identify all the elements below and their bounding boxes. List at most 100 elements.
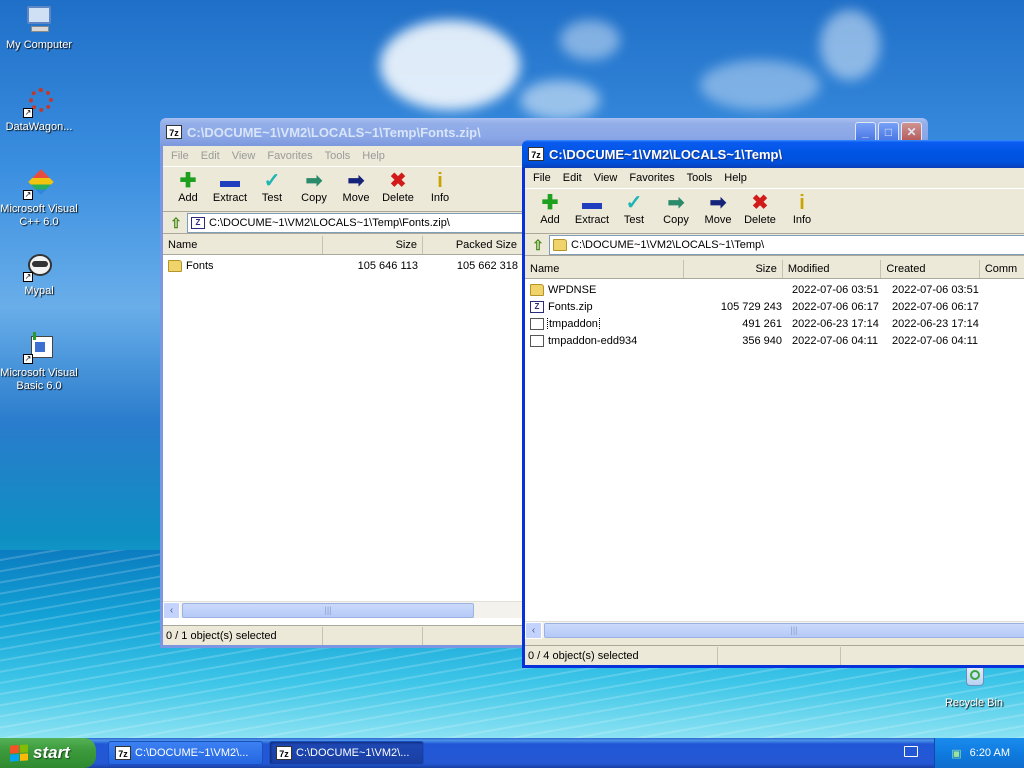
x-icon: ✖: [389, 170, 407, 192]
desktop-icon-label: Microsoft Visual C++ 6.0: [0, 203, 78, 228]
column-modified[interactable]: Modified: [783, 260, 882, 278]
info-icon: i: [799, 192, 805, 214]
sky-cloud: [820, 10, 880, 80]
add-button[interactable]: ✚ Add: [529, 192, 571, 226]
table-row[interactable]: WPDNSE 2022-07-06 03:51 2022-07-06 03:51: [525, 281, 1024, 298]
column-comment[interactable]: Comm: [980, 260, 1024, 278]
sky-cloud: [560, 20, 620, 60]
desktop-icon-label: My Computer: [5, 39, 73, 51]
info-button[interactable]: i Info: [419, 170, 461, 204]
sevenzip-icon: 7z: [115, 746, 131, 760]
desktop-icon-my-computer[interactable]: My Computer: [0, 4, 78, 52]
row-name: Fonts.zip: [548, 300, 593, 313]
sky-cloud: [700, 60, 820, 110]
move-arrow-icon: ➡: [347, 170, 365, 192]
desktop-icon-visual-basic[interactable]: ↗ Microsoft Visual Basic 6.0: [0, 332, 78, 393]
title-bar[interactable]: 7z C:\DOCUME~1\VM2\LOCALS~1\Temp\: [522, 140, 1024, 168]
menu-tools[interactable]: Tools: [681, 172, 719, 184]
address-field[interactable]: C:\DOCUME~1\VM2\LOCALS~1\Temp\: [549, 234, 1024, 255]
menu-view[interactable]: View: [226, 150, 262, 162]
row-name: Fonts: [186, 259, 214, 272]
file-icon: [530, 334, 544, 347]
menu-tools[interactable]: Tools: [319, 150, 357, 162]
menu-file[interactable]: File: [527, 172, 557, 184]
column-packed-size[interactable]: Packed Size: [423, 236, 523, 254]
column-created[interactable]: Created: [881, 260, 980, 278]
row-name: WPDNSE: [548, 283, 597, 296]
menu-bar: File Edit View Favorites Tools Help: [525, 168, 1024, 188]
taskbar: start 7z C:\DOCUME~1\VM2\... 7z C:\DOCUM…: [0, 738, 1024, 768]
menu-view[interactable]: View: [588, 172, 624, 184]
menu-help[interactable]: Help: [718, 172, 753, 184]
sky-cloud: [380, 20, 520, 110]
move-button[interactable]: ➡ Move: [697, 192, 739, 226]
sky-cloud: [520, 80, 600, 120]
folder-icon: [168, 259, 182, 272]
column-name[interactable]: Name: [163, 236, 323, 254]
up-folder-icon[interactable]: ⇧: [165, 213, 187, 233]
row-modified: 2022-07-06 04:11: [792, 334, 879, 347]
network-icon[interactable]: ▣: [951, 747, 961, 760]
horizontal-scrollbar[interactable]: ‹ |||: [163, 601, 525, 619]
zip-icon: Z: [191, 216, 205, 229]
column-size[interactable]: Size: [684, 260, 783, 278]
add-button[interactable]: ✚ Add: [167, 170, 209, 204]
sevenzip-icon: 7z: [166, 125, 182, 139]
keyboard-icon[interactable]: [904, 746, 918, 757]
window-temp-folder[interactable]: 7z C:\DOCUME~1\VM2\LOCALS~1\Temp\ File E…: [522, 140, 1024, 668]
list-header: Name Size Modified Created Comm: [525, 260, 1024, 279]
desktop-icon-visual-cpp[interactable]: ↗ Microsoft Visual C++ 6.0: [0, 168, 78, 229]
menu-file[interactable]: File: [165, 150, 195, 162]
delete-button[interactable]: ✖ Delete: [739, 192, 781, 226]
table-row[interactable]: tmpaddon 491 261 2022-06-23 17:14 2022-0…: [525, 315, 1024, 332]
minus-icon: ▬: [582, 192, 602, 214]
system-tray: ▣ 6:20 AM: [934, 738, 1024, 768]
column-name[interactable]: Name: [525, 260, 685, 278]
sevenzip-icon: 7z: [528, 147, 544, 161]
datawagon-icon: ↗: [23, 86, 55, 118]
scroll-left-icon[interactable]: ‹: [163, 601, 180, 619]
menu-favorites[interactable]: Favorites: [261, 150, 318, 162]
horizontal-scrollbar[interactable]: ‹ |||: [525, 621, 1024, 639]
window-title: C:\DOCUME~1\VM2\LOCALS~1\Temp\Fonts.zip\: [187, 124, 481, 140]
plus-icon: ✚: [179, 170, 197, 192]
file-list[interactable]: Name Size Modified Created Comm WPDNSE 2…: [525, 260, 1024, 628]
menu-help[interactable]: Help: [356, 150, 391, 162]
extract-button[interactable]: ▬ Extract: [571, 192, 613, 226]
row-modified: 2022-07-06 06:17: [792, 300, 879, 313]
column-size[interactable]: Size: [323, 236, 423, 254]
desktop-icon-label: Microsoft Visual Basic 6.0: [0, 367, 78, 392]
menu-favorites[interactable]: Favorites: [623, 172, 680, 184]
taskbar-button-temp[interactable]: 7z C:\DOCUME~1\VM2\...: [269, 741, 424, 765]
desktop-icon-label: Mypal: [24, 285, 54, 297]
info-icon: i: [437, 170, 443, 192]
start-button[interactable]: start: [0, 738, 96, 768]
taskbar-button-fonts-zip[interactable]: 7z C:\DOCUME~1\VM2\...: [108, 741, 263, 765]
address-bar: ⇧ C:\DOCUME~1\VM2\LOCALS~1\Temp\: [525, 234, 1024, 256]
test-button[interactable]: ✓ Test: [251, 170, 293, 204]
menu-edit[interactable]: Edit: [195, 150, 226, 162]
test-button[interactable]: ✓ Test: [613, 192, 655, 226]
info-button[interactable]: i Info: [781, 192, 823, 226]
delete-button[interactable]: ✖ Delete: [377, 170, 419, 204]
scroll-thumb[interactable]: |||: [544, 623, 1024, 638]
mypal-icon: ↗: [23, 250, 55, 282]
copy-button[interactable]: ➡ Copy: [655, 192, 697, 226]
desktop-icon-recycle-bin[interactable]: Recycle Bin: [935, 662, 1013, 710]
row-modified: 2022-07-06 03:51: [792, 283, 879, 296]
copy-button[interactable]: ➡ Copy: [293, 170, 335, 204]
extract-button[interactable]: ▬ Extract: [209, 170, 251, 204]
table-row[interactable]: tmpaddon-edd934 356 940 2022-07-06 04:11…: [525, 332, 1024, 349]
desktop-icon-datawagon[interactable]: ↗ DataWagon...: [0, 86, 78, 134]
desktop-icon-mypal[interactable]: ↗ Mypal: [0, 250, 78, 298]
windows-logo-icon: [10, 744, 28, 762]
scroll-thumb[interactable]: |||: [182, 603, 474, 618]
move-button[interactable]: ➡ Move: [335, 170, 377, 204]
row-size: 491 261: [742, 317, 782, 330]
menu-edit[interactable]: Edit: [557, 172, 588, 184]
up-folder-icon[interactable]: ⇧: [527, 235, 549, 255]
visual-basic-icon: ↗: [23, 332, 55, 364]
scroll-left-icon[interactable]: ‹: [525, 621, 542, 639]
table-row[interactable]: Z Fonts.zip 105 729 243 2022-07-06 06:17 …: [525, 298, 1024, 315]
clock[interactable]: 6:20 AM: [970, 747, 1010, 759]
